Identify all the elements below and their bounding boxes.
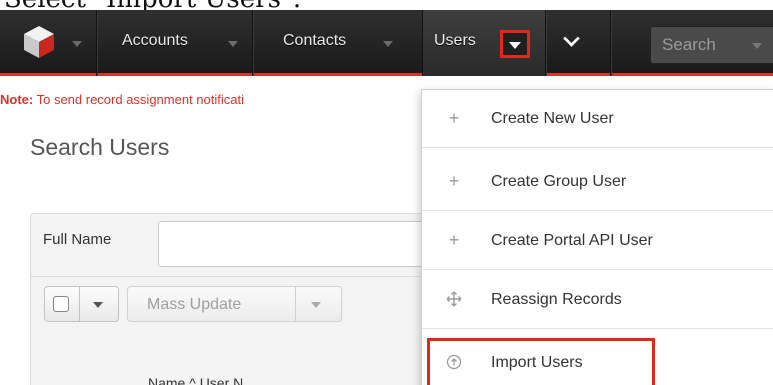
nav-item-accounts[interactable]: Accounts [122, 32, 188, 50]
divider [295, 287, 296, 321]
note-text: To send record assignment notificati [33, 92, 244, 107]
page-title: Search Users [30, 134, 170, 160]
menu-item-create-portal-api-user[interactable]: + Create Portal API User [422, 212, 773, 270]
nav-item-contacts[interactable]: Contacts [283, 32, 346, 50]
menu-item-label: Reassign Records [491, 291, 622, 308]
mass-update-label: Mass Update [147, 296, 242, 313]
top-navbar: Accounts Contacts Users Search [0, 10, 773, 76]
full-name-input[interactable] [158, 221, 438, 267]
divider [30, 276, 430, 277]
menu-item-label: Create Group User [491, 173, 627, 190]
nav-divider [252, 10, 253, 76]
nav-divider [610, 10, 611, 76]
plus-icon: + [448, 230, 460, 250]
import-circle-icon [446, 354, 462, 370]
nav-item-users[interactable]: Users [434, 32, 476, 50]
menu-item-label: Create Portal API User [491, 232, 653, 249]
menu-item-create-group-user[interactable]: + Create Group User [422, 153, 773, 211]
move-arrows-icon [446, 291, 462, 307]
divider [79, 287, 80, 321]
contacts-caret-icon[interactable] [383, 41, 393, 47]
full-name-label: Full Name [43, 231, 112, 248]
more-modules-chevron-icon[interactable] [563, 30, 580, 47]
menu-item-import-users[interactable]: Import Users [422, 334, 773, 385]
mass-update-button[interactable]: Mass Update [127, 286, 342, 322]
users-actions-dropdown: + Create New User + Create Group User + … [421, 89, 773, 385]
plus-icon: + [448, 171, 460, 191]
users-dropdown-button[interactable] [500, 30, 530, 58]
logo-caret-icon[interactable] [72, 41, 82, 47]
menu-item-label: Create New User [491, 110, 614, 127]
plus-icon: + [448, 108, 460, 128]
caret-down-icon[interactable] [93, 302, 103, 308]
checkbox-icon[interactable] [53, 296, 69, 312]
note-prefix: Note: [0, 92, 34, 107]
notification-note: Note: To send record assignment notifica… [0, 92, 244, 107]
menu-item-create-new-user[interactable]: + Create New User [422, 90, 773, 148]
select-all-checkbox-dropdown[interactable] [44, 286, 119, 322]
sugar-cube-logo-icon[interactable] [22, 24, 56, 60]
accounts-caret-icon[interactable] [228, 41, 238, 47]
caret-down-icon[interactable] [311, 302, 321, 308]
search-caret-icon[interactable] [752, 43, 762, 49]
nav-divider [96, 10, 97, 76]
caret-down-icon [509, 42, 521, 49]
menu-item-reassign-records[interactable]: Reassign Records [422, 271, 773, 329]
nav-divider [545, 10, 546, 76]
menu-item-label: Import Users [491, 354, 583, 371]
list-column-headers[interactable]: Name ^ User N [148, 375, 243, 385]
